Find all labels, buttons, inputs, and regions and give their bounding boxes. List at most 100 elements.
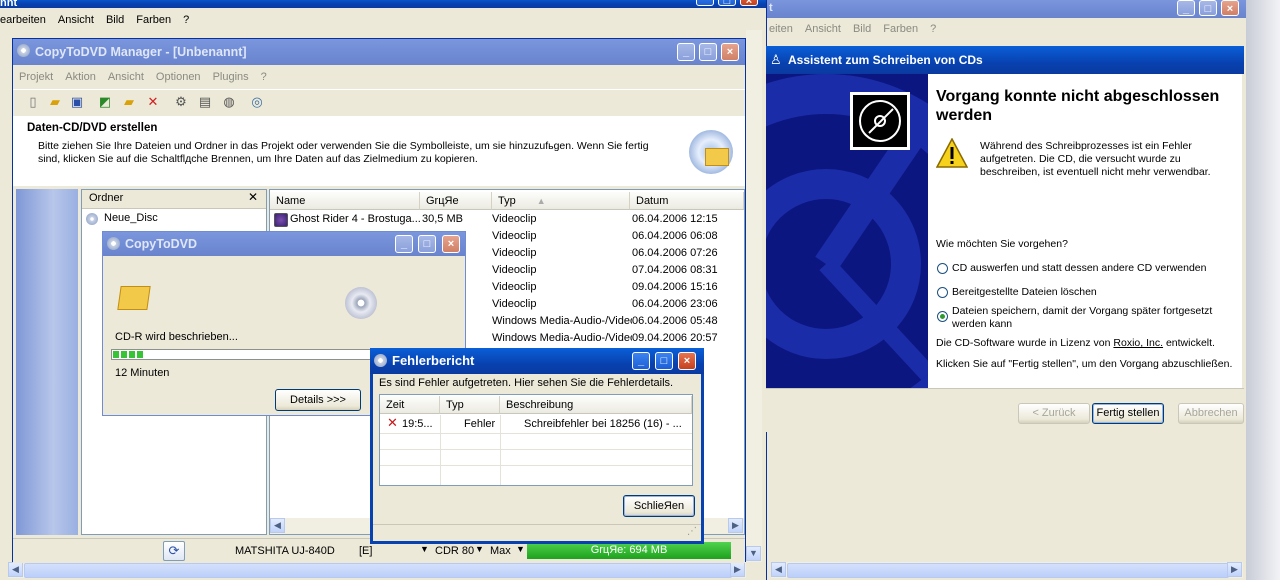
burn-icon[interactable]: ◍	[221, 94, 237, 110]
add-folder-icon[interactable]: ▰	[121, 94, 137, 110]
menu-aktion[interactable]: Aktion	[59, 67, 102, 87]
error-dialog-title: Fehlerbericht	[392, 353, 475, 368]
error-column-type[interactable]: Typ	[440, 396, 500, 414]
disc-icon	[107, 237, 120, 250]
bg-minimize-button[interactable]: _	[696, 0, 714, 7]
col-divider	[440, 415, 441, 485]
option-save-radio[interactable]	[937, 311, 948, 322]
right-bg-close-button[interactable]: ×	[1221, 0, 1239, 16]
roxio-link[interactable]: Roxio, Inc.	[1113, 337, 1163, 349]
right-scroll-thumb[interactable]	[787, 563, 1229, 578]
list-scroll-right-arrow[interactable]: ▶	[728, 518, 743, 533]
error-minimize-button[interactable]: _	[632, 352, 650, 370]
manager-close-button[interactable]: ×	[721, 43, 739, 61]
right-bg-menu-item[interactable]: ?	[924, 19, 942, 39]
progress-close-button[interactable]: ×	[442, 235, 460, 253]
error-dialog-titlebar[interactable]: Fehlerbericht _ □ ×	[370, 348, 704, 374]
new-file-icon[interactable]: ▯	[25, 94, 41, 110]
column-header-size[interactable]: GrцЯe	[420, 192, 492, 210]
table-row[interactable]: Ghost Rider 4 - Brostuga... 30,5 MB Vide…	[270, 211, 744, 228]
right-bg-titlebar[interactable]: t _ □ ×	[767, 0, 1246, 18]
bg-scroll-right-arrow[interactable]: ▶	[730, 562, 745, 577]
list-scroll-left-arrow[interactable]: ◀	[270, 518, 285, 533]
wizard-titlebar[interactable]: ♙ Assistent zum Schreiben von CDs	[766, 46, 1244, 74]
error-column-description[interactable]: Beschreibung	[500, 396, 692, 414]
drive-dropdown-icon[interactable]: ▼	[420, 544, 429, 554]
bg-window-titlebar[interactable]: nnt _ □ ×	[0, 0, 766, 8]
error-column-time[interactable]: Zeit	[380, 396, 440, 414]
close-error-button[interactable]: SchlieЯen	[623, 495, 695, 517]
error-maximize-button[interactable]: □	[655, 352, 673, 370]
bg-horizontal-scrollbar[interactable]: ◀ ▶	[8, 562, 746, 578]
menu-optionen[interactable]: Optionen	[150, 67, 207, 87]
add-files-icon[interactable]: ◩	[97, 94, 113, 110]
cell-type: Videoclip	[492, 230, 537, 242]
column-header-date[interactable]: Datum	[630, 192, 744, 210]
save-icon[interactable]: ▣	[69, 94, 85, 110]
option-save-label[interactable]: Dateien speichern, damit der Vorgang spä…	[952, 305, 1232, 331]
bg-vertical-scrollbar[interactable]: ▼	[746, 30, 762, 562]
cancel-button[interactable]: Abbrechen	[1178, 403, 1244, 424]
column-header-name[interactable]: Name	[270, 192, 420, 210]
bg-menu-item[interactable]: ?	[177, 10, 195, 30]
right-bg-menu-item[interactable]: eiten	[767, 19, 799, 39]
cell-type: Fehler	[464, 418, 496, 430]
manager-titlebar[interactable]: CopyToDVD Manager - [Unbenannt] _ □ ×	[13, 39, 745, 65]
right-scroll-left-arrow[interactable]: ◀	[771, 562, 786, 577]
cell-type: Videoclip	[492, 213, 537, 225]
properties-icon[interactable]: ▤	[197, 94, 213, 110]
error-close-button[interactable]: ×	[678, 352, 696, 370]
right-bg-minimize-button[interactable]: _	[1177, 0, 1195, 16]
right-bg-menu-item[interactable]: Farben	[877, 19, 924, 39]
mode-select[interactable]: Max	[490, 545, 511, 557]
table-row[interactable]: ✕ 19:5... Fehler Schreibfehler bei 18256…	[380, 415, 692, 433]
mode-dropdown-icon[interactable]: ▼	[516, 544, 525, 554]
progress-maximize-button[interactable]: □	[418, 235, 436, 253]
right-bg-menu-item[interactable]: Ansicht	[799, 19, 847, 39]
details-button[interactable]: Details >>>	[275, 389, 361, 411]
finish-button[interactable]: Fertig stellen	[1092, 403, 1164, 424]
cell-description: Schreibfehler bei 18256 (16) - ...	[524, 418, 682, 430]
bg-maximize-button[interactable]: □	[718, 0, 736, 7]
open-folder-icon[interactable]: ▰	[47, 94, 63, 110]
cell-type: Videoclip	[492, 298, 537, 310]
option-delete-label[interactable]: Bereitgestellte Dateien löschen	[952, 286, 1097, 298]
drive-letter: [E]	[359, 545, 373, 557]
progress-minimize-button[interactable]: _	[395, 235, 413, 253]
refresh-icon[interactable]: ⟳	[163, 541, 185, 561]
menu-projekt[interactable]: Projekt	[13, 67, 59, 87]
menu-plugins[interactable]: Plugins	[207, 67, 255, 87]
menu-ansicht[interactable]: Ansicht	[102, 67, 150, 87]
right-bg-maximize-button[interactable]: □	[1199, 0, 1217, 16]
bg-menu-item[interactable]: Farben	[130, 10, 177, 30]
right-scroll-right-arrow[interactable]: ▶	[1227, 562, 1242, 577]
right-bg-scrollbar[interactable]: ◀ ▶	[771, 562, 1243, 578]
bg-scroll-left-arrow[interactable]: ◀	[8, 562, 23, 577]
manager-maximize-button[interactable]: □	[699, 43, 717, 61]
bg-menu-item[interactable]: earbeiten	[0, 10, 52, 30]
speed-select[interactable]: CDR 80	[435, 545, 474, 557]
menu-help[interactable]: ?	[255, 67, 273, 87]
bg-close-button[interactable]: ×	[740, 0, 758, 7]
license-suffix: entwickelt.	[1163, 337, 1215, 349]
disc-tool-icon[interactable]: ◎	[249, 94, 265, 110]
speed-dropdown-icon[interactable]: ▼	[475, 544, 484, 554]
option-eject-label[interactable]: CD auswerfen und statt dessen andere CD …	[952, 262, 1206, 274]
bg-menu-item[interactable]: Bild	[100, 10, 130, 30]
settings-gear-icon[interactable]: ⚙	[173, 94, 189, 110]
resize-grip-icon[interactable]: ⋰	[687, 526, 697, 537]
column-header-type[interactable]: Typ ▲	[492, 192, 630, 210]
manager-minimize-button[interactable]: _	[677, 43, 695, 61]
bg-scroll-thumb[interactable]	[24, 563, 732, 578]
error-report-dialog: Fehlerbericht _ □ × Es sind Fehler aufge…	[370, 348, 704, 544]
back-button[interactable]: < Zurück	[1018, 403, 1090, 424]
option-delete-radio[interactable]	[937, 287, 948, 298]
delete-icon[interactable]: ✕	[145, 94, 161, 110]
progress-dialog-titlebar[interactable]: CopyToDVD _ □ ×	[103, 232, 465, 256]
option-eject-radio[interactable]	[937, 263, 948, 274]
bg-menu-item[interactable]: Ansicht	[52, 10, 100, 30]
folder-panel-close-icon[interactable]: ✕	[248, 190, 258, 204]
bg-scroll-down-arrow[interactable]: ▼	[746, 546, 761, 561]
right-bg-menu-item[interactable]: Bild	[847, 19, 877, 39]
disc-icon	[17, 44, 30, 57]
